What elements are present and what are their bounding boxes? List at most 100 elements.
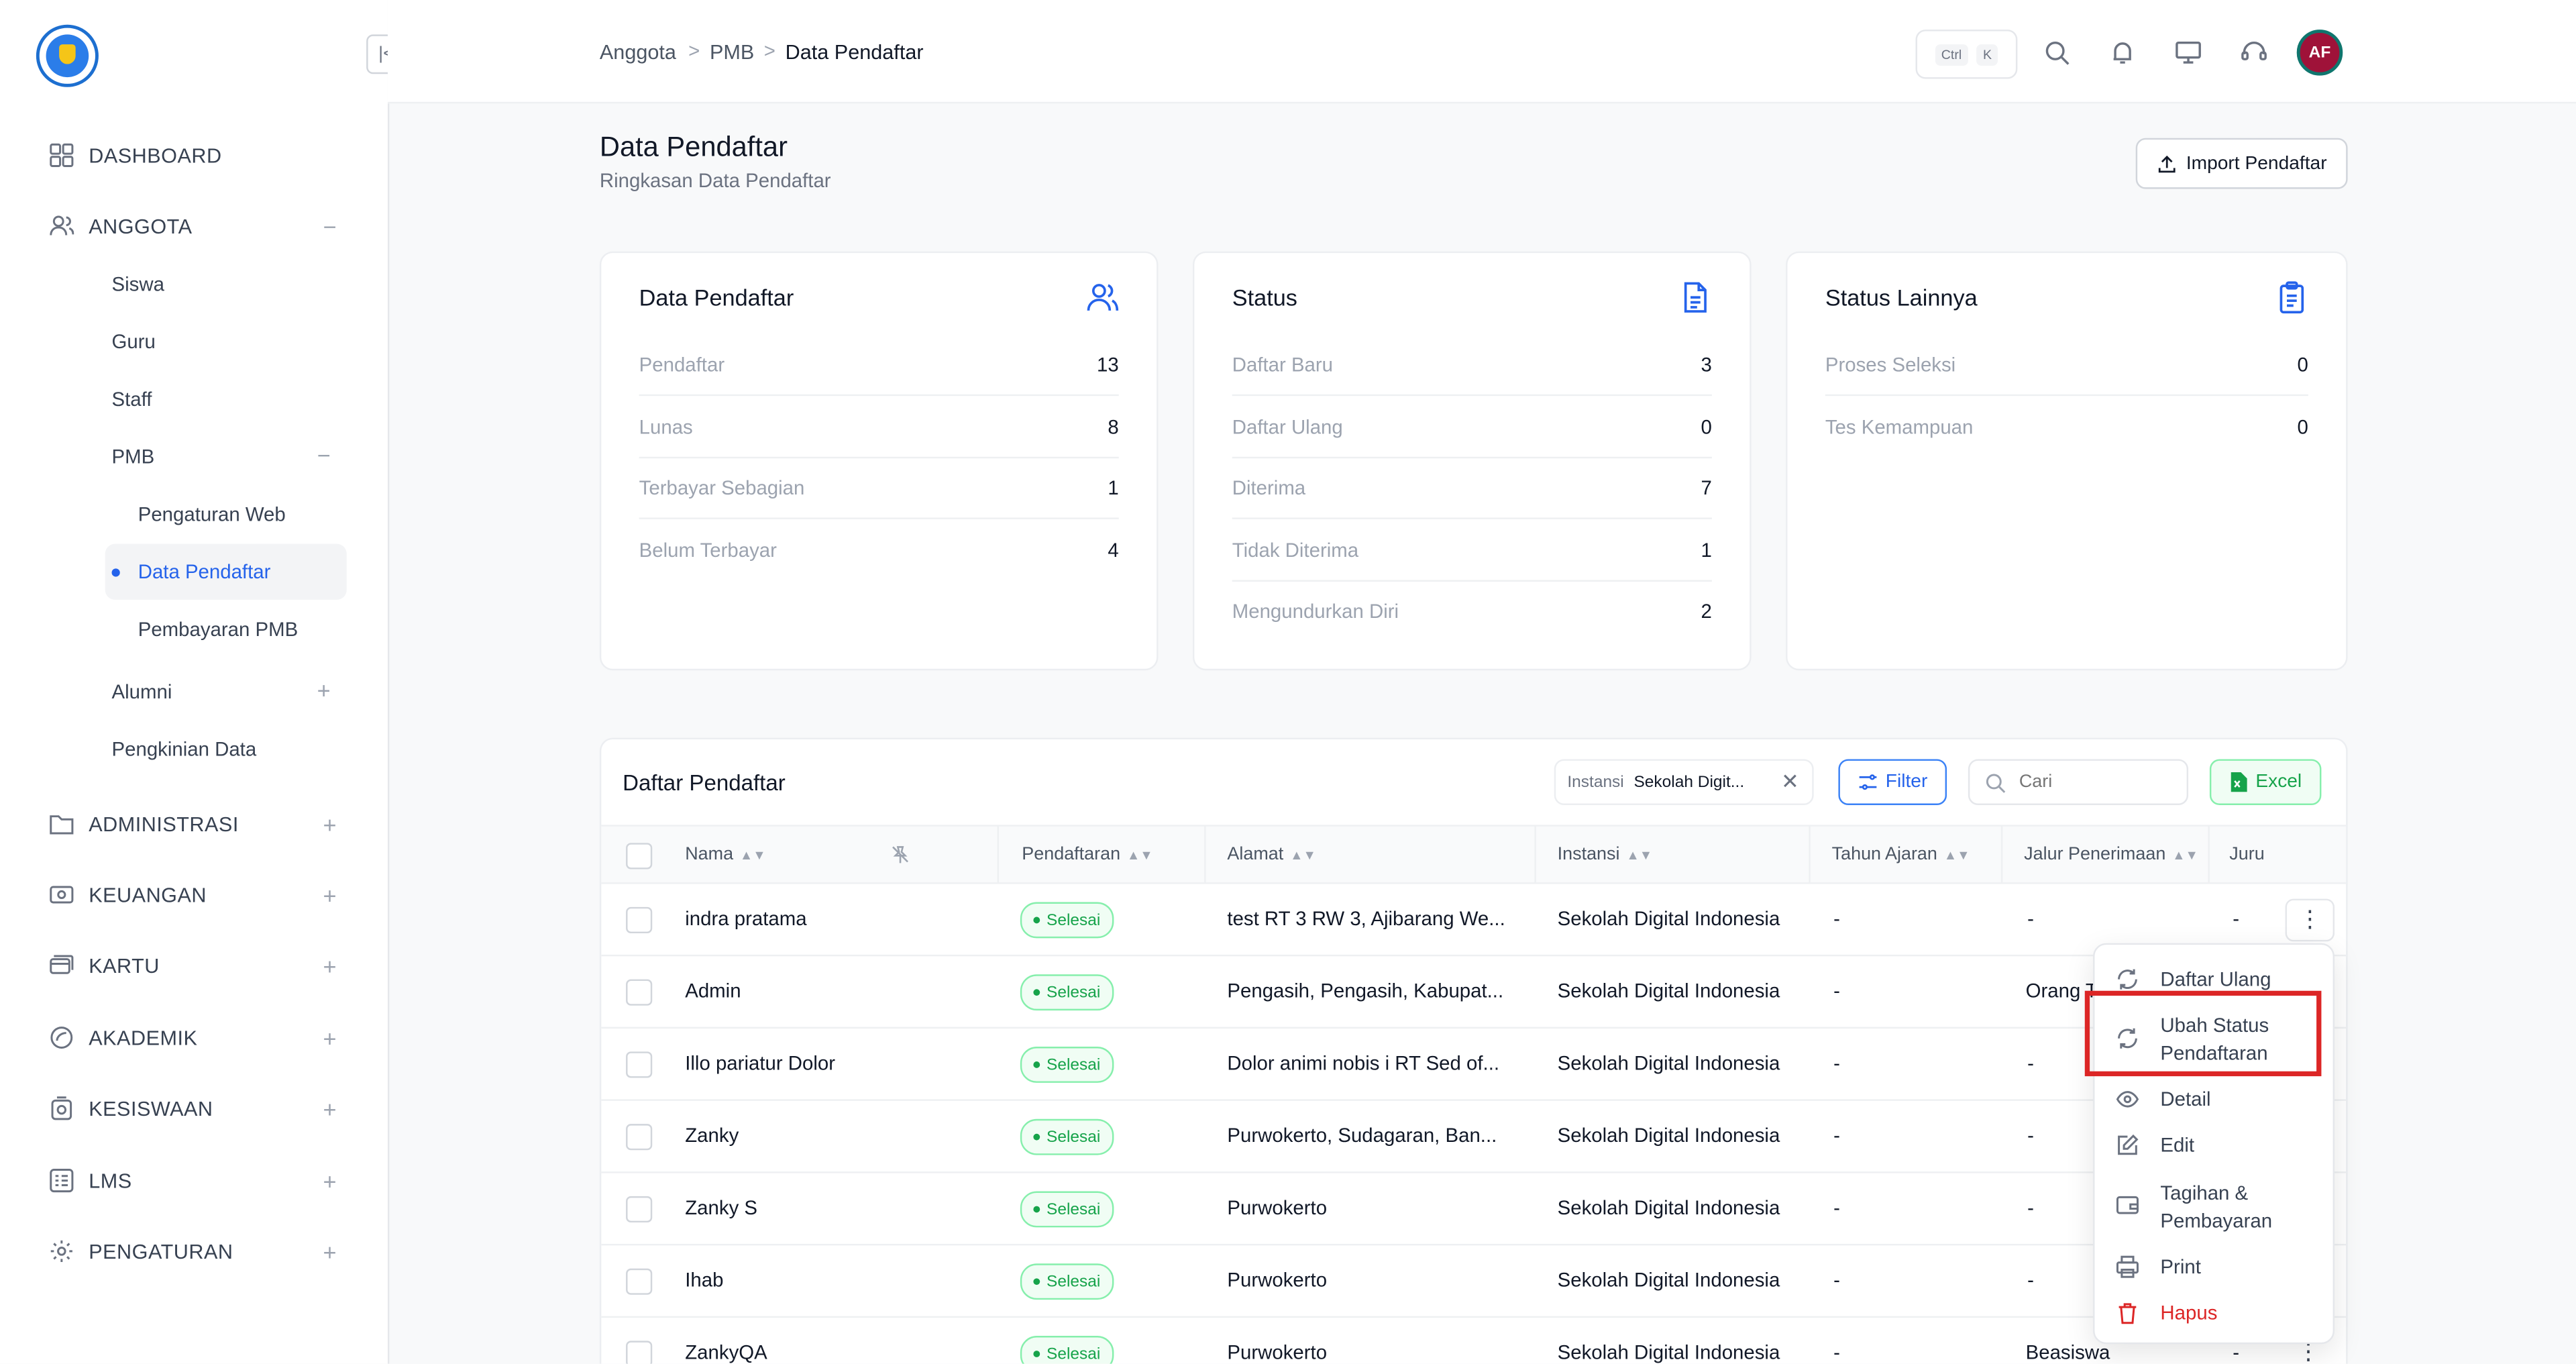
- search-icon[interactable]: [2044, 40, 2070, 66]
- stat-value: 0: [1701, 415, 1712, 439]
- instansi-filter-chip[interactable]: Instansi Sekolah Digit... ✕: [1554, 759, 1814, 806]
- nav-label: ADMINISTRASI: [89, 812, 239, 836]
- stat-label: Daftar Ulang: [1232, 415, 1343, 439]
- row-actions-button[interactable]: ⋮: [2285, 898, 2335, 942]
- nav-label: PENGATURAN: [89, 1239, 233, 1263]
- cell-jalur: -: [2027, 1196, 2034, 1220]
- sidebar-item-pengkinian-data[interactable]: Pengkinian Data: [112, 738, 257, 761]
- table-row[interactable]: ZankyQA Selesai Purwokerto Sekolah Digit…: [601, 1316, 2346, 1364]
- sidebar-item-alumni[interactable]: Alumni: [112, 680, 172, 703]
- menu-item-hapus[interactable]: Hapus: [2116, 1300, 2321, 1328]
- sidebar-item-pmb[interactable]: PMB: [112, 445, 155, 468]
- row-checkbox[interactable]: [626, 1196, 653, 1223]
- nav-anggota[interactable]: ANGGOTA −: [49, 213, 345, 239]
- sidebar-item-data-pendaftar[interactable]: Data Pendaftar: [138, 560, 271, 583]
- menu-item-detail[interactable]: Detail: [2116, 1086, 2321, 1114]
- menu-item-print[interactable]: Print: [2116, 1254, 2321, 1282]
- monitor-icon[interactable]: [2175, 40, 2201, 66]
- stat-value: 1: [1108, 476, 1119, 500]
- school-logo[interactable]: [36, 24, 99, 87]
- row-checkbox[interactable]: [626, 979, 653, 1006]
- avatar[interactable]: AF: [2296, 30, 2343, 76]
- row-checkbox[interactable]: [626, 906, 653, 934]
- nav-lms[interactable]: LMS +: [49, 1167, 345, 1194]
- cell-alamat: Purwokerto: [1227, 1341, 1328, 1364]
- row-checkbox[interactable]: [626, 1341, 653, 1364]
- expand-toggle[interactable]: +: [323, 952, 337, 978]
- row-checkbox[interactable]: [626, 1051, 653, 1078]
- status-badge: Selesai: [1020, 1047, 1114, 1083]
- sidebar-item-pembayaran-pmb[interactable]: Pembayaran PMB: [138, 618, 299, 641]
- cell-jalur: -: [2027, 1051, 2034, 1075]
- edit-icon: [2118, 1134, 2139, 1155]
- expand-toggle[interactable]: +: [323, 1238, 337, 1264]
- menu-item-tagihan-pembayaran[interactable]: Tagihan & Pembayaran: [2116, 1179, 2321, 1235]
- column-header-pendaftaran[interactable]: Pendaftaran ▲▼: [1022, 845, 1152, 864]
- table-row[interactable]: Zanky S Selesai Purwokerto Sekolah Digit…: [601, 1171, 2347, 1246]
- excel-export-button[interactable]: Excel: [2209, 759, 2322, 806]
- cell-tahun-ajaran: -: [1833, 1124, 1840, 1147]
- column-header-tahun-ajaran[interactable]: Tahun Ajaran ▲▼: [1832, 845, 1970, 864]
- bell-icon[interactable]: [2110, 40, 2136, 66]
- menu-label: Edit: [2160, 1133, 2195, 1157]
- table-row[interactable]: Zanky Selesai Purwokerto, Sudagaran, Ban…: [601, 1099, 2347, 1173]
- expand-toggle[interactable]: +: [323, 1025, 337, 1051]
- breadcrumb-pmb[interactable]: PMB: [710, 41, 754, 64]
- alumni-expand-toggle[interactable]: +: [317, 677, 331, 703]
- status-badge: Selesai: [1020, 1263, 1114, 1300]
- column-header-alamat[interactable]: Alamat ▲▼: [1227, 845, 1316, 864]
- expand-toggle[interactable]: +: [323, 1095, 337, 1121]
- stat-value: 8: [1108, 415, 1119, 439]
- table-row[interactable]: Ihab Selesai Purwokerto Sekolah Digital …: [601, 1244, 2347, 1318]
- dashboard-icon: [50, 143, 74, 167]
- row-checkbox[interactable]: [626, 1268, 653, 1295]
- sort-icon: ▲▼: [1290, 847, 1316, 863]
- nav-pengaturan[interactable]: PENGATURAN +: [49, 1238, 345, 1265]
- filter-button[interactable]: Filter: [1838, 759, 1947, 806]
- stat-label: Diterima: [1232, 476, 1306, 500]
- support-icon[interactable]: [2241, 40, 2267, 66]
- unpin-icon[interactable]: [890, 845, 910, 864]
- column-header-nama[interactable]: Nama ▲▼: [685, 845, 765, 864]
- table-row[interactable]: indra pratama Selesai test RT 3 RW 3, Aj…: [601, 882, 2347, 957]
- command-palette-shortcut[interactable]: Ctrl K: [1915, 30, 2018, 79]
- close-icon[interactable]: ✕: [1781, 769, 1799, 795]
- column-divider: [1809, 826, 1811, 883]
- nav-akademik[interactable]: AKADEMIK +: [49, 1025, 345, 1051]
- sidebar-item-guru[interactable]: Guru: [112, 330, 156, 353]
- expand-toggle[interactable]: +: [323, 1167, 337, 1194]
- row-checkbox[interactable]: [626, 1124, 653, 1151]
- stat-row: Diterima 7: [1232, 457, 1712, 519]
- column-header-juru[interactable]: Juru: [2229, 845, 2264, 864]
- nav-kesiswaan[interactable]: KESISWAAN +: [49, 1095, 345, 1121]
- sidebar-item-staff[interactable]: Staff: [112, 388, 152, 411]
- column-header-jalur-penerimaan[interactable]: Jalur Penerimaan ▲▼: [2024, 845, 2198, 864]
- breadcrumb-anggota[interactable]: Anggota: [600, 41, 676, 64]
- import-pendaftar-button[interactable]: Import Pendaftar: [2135, 138, 2348, 189]
- menu-item-daftar-ulang[interactable]: Daftar Ulang: [2116, 966, 2321, 994]
- select-all-checkbox[interactable]: [626, 843, 653, 870]
- stat-label: Proses Seleksi: [1825, 353, 1956, 376]
- table-header: Nama ▲▼ Pendaftaran ▲▼ Alamat ▲▼ Instansi ▲▼…: [601, 825, 2347, 884]
- stat-row: Tes Kemampuan 0: [1825, 396, 2308, 457]
- nav-administrasi[interactable]: ADMINISTRASI +: [49, 811, 345, 837]
- nav-kartu[interactable]: KARTU +: [49, 952, 345, 978]
- search-input[interactable]: [2015, 770, 2179, 794]
- sidebar-item-pengaturan-web[interactable]: Pengaturan Web: [138, 503, 286, 525]
- collapse-toggle[interactable]: −: [323, 213, 337, 239]
- column-header-instansi[interactable]: Instansi ▲▼: [1558, 845, 1652, 864]
- stat-value: 0: [2297, 353, 2308, 376]
- search-field[interactable]: [1968, 759, 2189, 806]
- folder-icon: [50, 815, 74, 835]
- cell-tahun-ajaran: -: [1833, 1341, 1840, 1364]
- menu-item-edit[interactable]: Edit: [2116, 1132, 2321, 1160]
- cell-tahun-ajaran: -: [1833, 1051, 1840, 1075]
- nav-dashboard[interactable]: DASHBOARD: [49, 143, 345, 168]
- nav-keuangan[interactable]: KEUANGAN +: [49, 882, 345, 908]
- sidebar-item-siswa[interactable]: Siswa: [112, 273, 164, 296]
- expand-toggle[interactable]: +: [323, 882, 337, 908]
- menu-label: Daftar Ulang: [2160, 967, 2271, 991]
- menu-label: Detail: [2160, 1088, 2211, 1111]
- pmb-collapse-toggle[interactable]: −: [317, 442, 331, 468]
- expand-toggle[interactable]: +: [323, 811, 337, 837]
